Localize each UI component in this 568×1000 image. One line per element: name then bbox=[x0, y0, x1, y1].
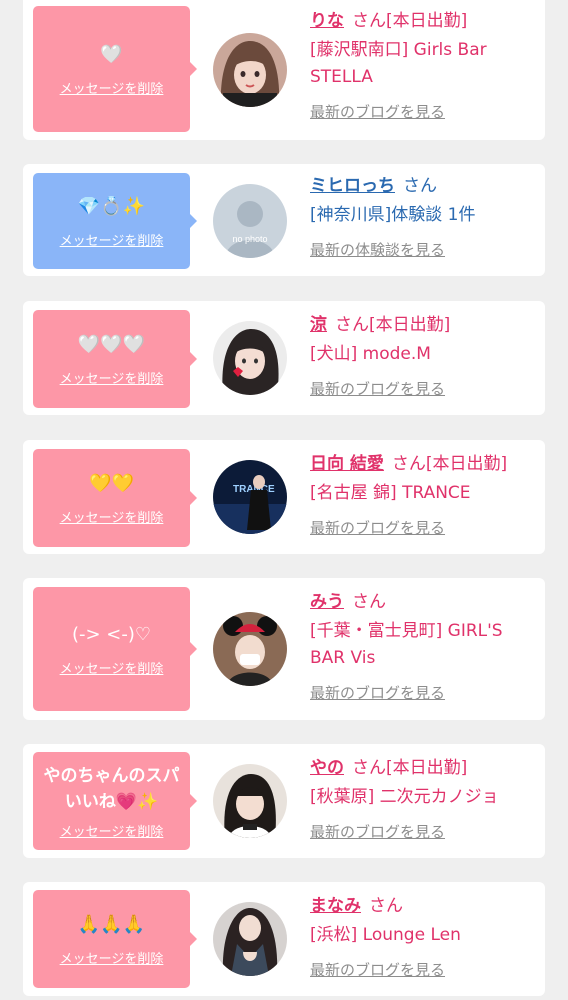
message-card: (-> <-)♡ メッセージを削除 みう さん [千葉・富士見町] GIRL'S … bbox=[23, 578, 545, 720]
cast-name-link[interactable]: りな bbox=[310, 11, 344, 31]
shop-name: [浜松] Lounge Len bbox=[310, 925, 461, 945]
honorific: さん bbox=[352, 758, 386, 778]
message-bubble: (-> <-)♡ メッセージを削除 bbox=[33, 587, 197, 711]
cast-info: 涼さん[本日出勤] [犬山] mode.M 最新のブログを見る bbox=[310, 313, 542, 399]
message-text: 🙏🙏🙏 bbox=[77, 913, 146, 935]
avatar[interactable]: no photo bbox=[213, 184, 287, 258]
delete-message-link[interactable]: メッセージを削除 bbox=[60, 948, 164, 967]
shop-name: [名古屋 錦] TRANCE bbox=[310, 483, 471, 503]
message-bubble: 🙏🙏🙏 メッセージを削除 bbox=[33, 890, 197, 988]
message-card: 💛💛 メッセージを削除 TRANCE 日向 結愛 さん[本日出勤] [名古屋 錦]… bbox=[23, 440, 545, 554]
latest-review-link[interactable]: 最新の体験談を見る bbox=[310, 239, 445, 260]
message-text: 🤍🤍🤍 bbox=[77, 333, 146, 355]
avatar[interactable] bbox=[213, 321, 287, 395]
shop-name: [秋葉原] 二次元カノジョ bbox=[310, 787, 499, 807]
delete-message-link[interactable]: メッセージを削除 bbox=[60, 507, 164, 526]
attendance-status: [本日出勤] bbox=[386, 758, 468, 778]
cast-info: まなみ さん [浜松] Lounge Len 最新のブログを見る bbox=[310, 894, 542, 980]
avatar[interactable] bbox=[213, 33, 287, 107]
attendance-status: [本日出勤] bbox=[425, 454, 508, 474]
message-bubble: 💎💍✨ メッセージを削除 bbox=[33, 173, 197, 269]
honorific: さん bbox=[335, 315, 369, 335]
honorific: さん bbox=[369, 896, 403, 916]
review-count: [神奈川県]体験談 1件 bbox=[310, 205, 476, 225]
avatar[interactable] bbox=[213, 612, 287, 686]
avatar[interactable] bbox=[213, 764, 287, 838]
cast-name-link[interactable]: まなみ bbox=[310, 896, 361, 916]
message-text: (-> <-)♡ bbox=[71, 623, 152, 645]
no-photo-label: no photo bbox=[232, 234, 267, 244]
honorific: さん bbox=[352, 11, 386, 31]
message-bubble: 🤍 メッセージを削除 bbox=[33, 6, 197, 132]
message-bubble: 🤍🤍🤍 メッセージを削除 bbox=[33, 310, 197, 408]
latest-blog-link[interactable]: 最新のブログを見る bbox=[310, 821, 445, 842]
avatar[interactable]: TRANCE bbox=[213, 460, 287, 534]
message-card: 🙏🙏🙏 メッセージを削除 まなみ さん [浜松] Lounge Len 最新のブロ… bbox=[23, 882, 545, 996]
delete-message-link[interactable]: メッセージを削除 bbox=[60, 230, 164, 249]
message-bubble: 💛💛 メッセージを削除 bbox=[33, 449, 197, 547]
latest-blog-link[interactable]: 最新のブログを見る bbox=[310, 682, 445, 703]
avatar[interactable] bbox=[213, 902, 287, 976]
cast-info: 日向 結愛 さん[本日出勤] [名古屋 錦] TRANCE 最新のブログを見る bbox=[310, 452, 542, 538]
shop-name: [藤沢駅南口] Girls Bar STELLA bbox=[310, 40, 487, 87]
cast-info: やの さん[本日出勤] [秋葉原] 二次元カノジョ 最新のブログを見る bbox=[310, 756, 542, 842]
cast-name-link[interactable]: 日向 結愛 bbox=[310, 454, 384, 474]
latest-blog-link[interactable]: 最新のブログを見る bbox=[310, 101, 445, 122]
delete-message-link[interactable]: メッセージを削除 bbox=[60, 658, 164, 677]
latest-blog-link[interactable]: 最新のブログを見る bbox=[310, 959, 445, 980]
message-text: 💎💍✨ bbox=[77, 195, 146, 217]
honorific: さん bbox=[391, 454, 426, 474]
delete-message-link[interactable]: メッセージを削除 bbox=[60, 78, 164, 97]
message-card: やのちゃんのスパいいね💗✨ メッセージを削除 やの さん[本日出勤] [秋葉原] … bbox=[23, 744, 545, 858]
cast-info: ミヒロっち さん [神奈川県]体験談 1件 最新の体験談を見る bbox=[310, 174, 542, 260]
message-card: 💎💍✨ メッセージを削除 no photo ミヒロっち さん [神奈川県]体験談 … bbox=[23, 164, 545, 276]
reviewer-name-link[interactable]: ミヒロっち bbox=[310, 176, 395, 196]
cast-name-link[interactable]: みう bbox=[310, 592, 344, 612]
cast-info: りな さん[本日出勤] [藤沢駅南口] Girls Bar STELLA 最新のブ… bbox=[310, 9, 542, 122]
delete-message-link[interactable]: メッセージを削除 bbox=[60, 821, 164, 840]
cast-info: みう さん [千葉・富士見町] GIRL'S BAR Vis 最新のブログを見る bbox=[310, 590, 542, 703]
shop-name: [犬山] mode.M bbox=[310, 344, 431, 364]
latest-blog-link[interactable]: 最新のブログを見る bbox=[310, 517, 445, 538]
honorific: さん bbox=[403, 176, 437, 196]
attendance-status: [本日出勤] bbox=[386, 11, 468, 31]
message-card: 🤍 メッセージを削除 りな さん[本日出勤] [藤沢駅南口] Girls Bar … bbox=[23, 0, 545, 140]
attendance-status: [本日出勤] bbox=[369, 315, 451, 335]
message-card: 🤍🤍🤍 メッセージを削除 涼さん[本日出勤] [犬山] mode.M 最新のブロ… bbox=[23, 301, 545, 415]
message-bubble: やのちゃんのスパいいね💗✨ メッセージを削除 bbox=[33, 752, 197, 850]
honorific: さん bbox=[352, 592, 386, 612]
message-text: 🤍 bbox=[100, 43, 123, 65]
cast-name-link[interactable]: やの bbox=[310, 758, 344, 778]
latest-blog-link[interactable]: 最新のブログを見る bbox=[310, 378, 445, 399]
message-text: やのちゃんのスパいいね💗✨ bbox=[43, 765, 180, 812]
cast-name-link[interactable]: 涼 bbox=[310, 315, 327, 335]
message-text: 💛💛 bbox=[89, 472, 134, 494]
shop-name: [千葉・富士見町] GIRL'S BAR Vis bbox=[310, 621, 503, 668]
delete-message-link[interactable]: メッセージを削除 bbox=[60, 368, 164, 387]
